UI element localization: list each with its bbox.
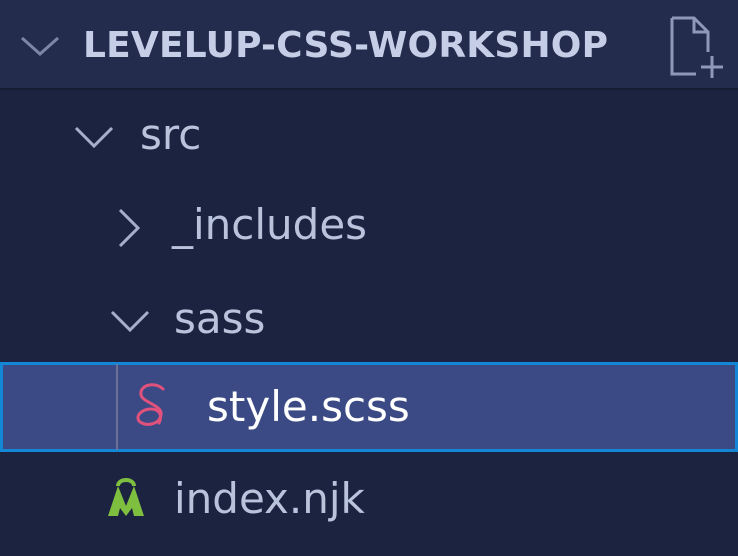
chevron-right-icon[interactable] xyxy=(116,206,142,254)
tree-item-src[interactable]: src xyxy=(0,90,738,178)
tree-item-index-njk[interactable]: index.njk xyxy=(0,454,738,542)
chevron-down-icon[interactable] xyxy=(18,32,62,64)
tree-item-label: src xyxy=(140,110,202,159)
tree-item-label: sass xyxy=(174,294,266,343)
tree-item-label: _includes xyxy=(172,200,368,249)
sass-file-icon xyxy=(133,381,173,435)
tree-item-style-scss[interactable]: style.scss xyxy=(0,362,738,452)
chevron-down-icon[interactable] xyxy=(108,308,152,338)
new-file-icon[interactable] xyxy=(668,16,728,84)
tree-item-includes[interactable]: _includes xyxy=(0,182,738,270)
chevron-down-icon[interactable] xyxy=(72,124,116,154)
folder-title: LEVELUP-CSS-WORKSHOP xyxy=(83,25,609,66)
explorer-folder-header[interactable]: LEVELUP-CSS-WORKSHOP xyxy=(0,0,738,90)
nunjucks-file-icon xyxy=(104,476,148,524)
tree-item-sass[interactable]: sass xyxy=(0,274,738,362)
tree-item-label: style.scss xyxy=(207,382,410,431)
indent-guide xyxy=(116,364,118,450)
tree-item-label: index.njk xyxy=(174,474,365,523)
